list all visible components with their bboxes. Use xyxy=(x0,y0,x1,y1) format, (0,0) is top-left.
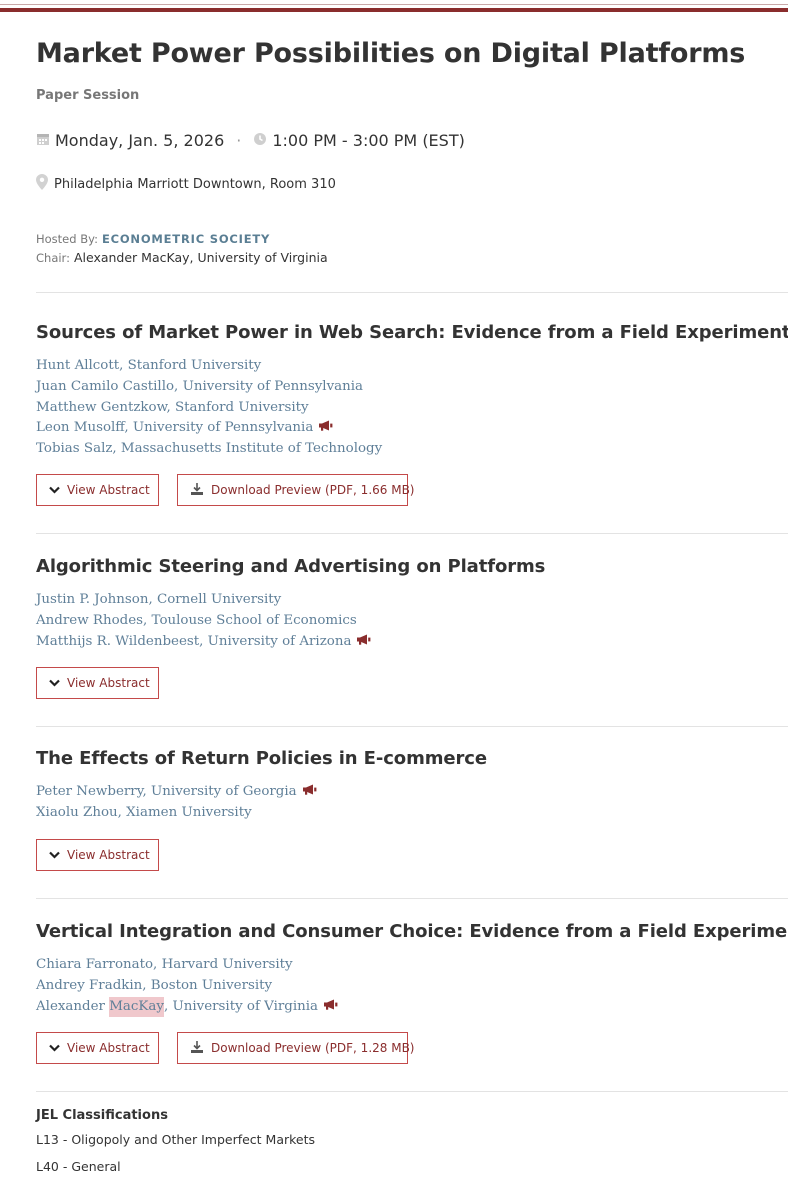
author-name[interactable]: Justin P. Johnson, Cornell University xyxy=(36,590,281,610)
view-abstract-label: View Abstract xyxy=(67,848,150,862)
author-name[interactable]: Leon Musolff, University of Pennsylvania xyxy=(36,418,313,438)
jel-heading: JEL Classifications xyxy=(36,1108,168,1123)
view-abstract-button[interactable]: View Abstract xyxy=(36,839,159,871)
paper-title: Vertical Integration and Consumer Choice… xyxy=(36,921,788,942)
view-abstract-button[interactable]: View Abstract xyxy=(36,474,159,506)
map-pin-icon xyxy=(36,174,48,194)
download-icon xyxy=(190,482,204,499)
author-list: Chiara Farronato, Harvard University And… xyxy=(36,955,338,1017)
chevron-down-icon xyxy=(49,483,60,497)
download-icon xyxy=(190,1040,204,1057)
top-border-thin xyxy=(0,4,788,5)
search-highlight[interactable]: MacKay xyxy=(109,996,164,1017)
chair-label: Chair: xyxy=(36,251,70,265)
top-border xyxy=(0,8,788,12)
session-datetime: Monday, Jan. 5, 2026 · 1:00 PM - 3:00 PM… xyxy=(36,131,465,150)
chevron-down-icon xyxy=(49,848,60,862)
author-link[interactable]: Chiara Farronato, Harvard University xyxy=(36,955,338,976)
author-first-name[interactable]: Alexander xyxy=(36,997,109,1017)
paper-title: Sources of Market Power in Web Search: E… xyxy=(36,322,788,343)
author-link[interactable]: Juan Camilo Castillo, University of Penn… xyxy=(36,377,382,398)
author-affiliation[interactable]: , University of Virginia xyxy=(164,997,318,1017)
author-link[interactable]: Matthijs R. Wildenbeest, University of A… xyxy=(36,631,371,652)
hosted-by-label: Hosted By: xyxy=(36,232,98,246)
author-name[interactable]: Juan Camilo Castillo, University of Penn… xyxy=(36,377,363,397)
hosted-by: Hosted By: ECONOMETRIC SOCIETY xyxy=(36,231,270,246)
chevron-down-icon xyxy=(49,1041,60,1055)
divider xyxy=(36,726,788,727)
author-list: Hunt Allcott, Stanford University Juan C… xyxy=(36,356,382,459)
chevron-down-icon xyxy=(49,676,60,690)
download-preview-label: Download Preview (PDF, 1.66 MB) xyxy=(211,483,415,497)
author-link[interactable]: Alexander MacKay, University of Virginia xyxy=(36,996,338,1017)
datetime-separator: · xyxy=(236,131,242,150)
author-name[interactable]: Tobias Salz, Massachusetts Institute of … xyxy=(36,439,382,459)
download-preview-button[interactable]: Download Preview (PDF, 1.28 MB) xyxy=(177,1032,414,1064)
jel-item: L40 - General xyxy=(36,1159,121,1174)
author-name[interactable]: Andrew Rhodes, Toulouse School of Econom… xyxy=(36,611,357,631)
author-link[interactable]: Justin P. Johnson, Cornell University xyxy=(36,590,371,611)
megaphone-icon xyxy=(318,418,333,438)
session-title: Market Power Possibilities on Digital Pl… xyxy=(36,38,746,69)
author-link[interactable]: Peter Newberry, University of Georgia xyxy=(36,782,317,803)
location-text: Philadelphia Marriott Downtown, Room 310 xyxy=(54,176,336,192)
calendar-icon xyxy=(36,131,50,150)
view-abstract-label: View Abstract xyxy=(67,1041,150,1055)
author-link[interactable]: Hunt Allcott, Stanford University xyxy=(36,356,382,377)
author-link[interactable]: Andrey Fradkin, Boston University xyxy=(36,976,338,997)
download-preview-button[interactable]: Download Preview (PDF, 1.66 MB) xyxy=(177,474,414,506)
divider xyxy=(36,533,788,534)
author-link[interactable]: Tobias Salz, Massachusetts Institute of … xyxy=(36,439,382,460)
session-type: Paper Session xyxy=(36,88,140,103)
author-link[interactable]: Leon Musolff, University of Pennsylvania xyxy=(36,418,382,439)
author-list: Justin P. Johnson, Cornell University An… xyxy=(36,590,371,652)
session-location: Philadelphia Marriott Downtown, Room 310 xyxy=(36,174,336,194)
author-link[interactable]: Andrew Rhodes, Toulouse School of Econom… xyxy=(36,611,371,632)
session-chair: Chair: Alexander MacKay, University of V… xyxy=(36,250,328,265)
session-date: Monday, Jan. 5, 2026 xyxy=(55,131,225,150)
hosted-by-link[interactable]: ECONOMETRIC SOCIETY xyxy=(102,232,270,246)
author-list: Peter Newberry, University of Georgia Xi… xyxy=(36,782,317,823)
session-time: 1:00 PM - 3:00 PM (EST) xyxy=(272,131,465,150)
download-preview-label: Download Preview (PDF, 1.28 MB) xyxy=(211,1041,415,1055)
author-name[interactable]: Peter Newberry, University of Georgia xyxy=(36,782,297,802)
author-name[interactable]: Andrey Fradkin, Boston University xyxy=(36,976,272,996)
author-name[interactable]: Xiaolu Zhou, Xiamen University xyxy=(36,803,252,823)
view-abstract-button[interactable]: View Abstract xyxy=(36,667,159,699)
paper-title: Algorithmic Steering and Advertising on … xyxy=(36,556,546,577)
view-abstract-label: View Abstract xyxy=(67,483,150,497)
megaphone-icon xyxy=(323,997,338,1017)
author-name[interactable]: Hunt Allcott, Stanford University xyxy=(36,356,261,376)
megaphone-icon xyxy=(302,782,317,802)
paper-title: The Effects of Return Policies in E-comm… xyxy=(36,748,487,769)
jel-item: L13 - Oligopoly and Other Imperfect Mark… xyxy=(36,1132,316,1147)
author-name[interactable]: Chiara Farronato, Harvard University xyxy=(36,955,293,975)
author-name[interactable]: Matthew Gentzkow, Stanford University xyxy=(36,398,309,418)
clock-icon xyxy=(253,131,267,150)
chair-name: Alexander MacKay, University of Virginia xyxy=(73,250,328,265)
author-link[interactable]: Matthew Gentzkow, Stanford University xyxy=(36,397,382,418)
divider xyxy=(36,898,788,899)
divider xyxy=(36,292,788,293)
author-name[interactable]: Matthijs R. Wildenbeest, University of A… xyxy=(36,632,351,652)
view-abstract-label: View Abstract xyxy=(67,676,150,690)
divider xyxy=(36,1091,788,1092)
author-link[interactable]: Xiaolu Zhou, Xiamen University xyxy=(36,803,317,824)
megaphone-icon xyxy=(356,632,371,652)
view-abstract-button[interactable]: View Abstract xyxy=(36,1032,159,1064)
